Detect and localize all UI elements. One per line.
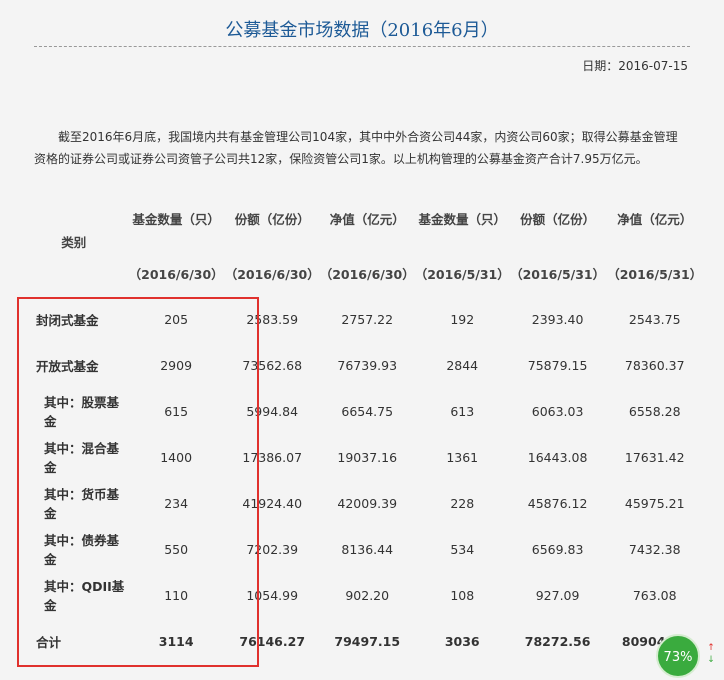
cell: 8136.44 xyxy=(341,541,394,557)
cell: 6569.83 xyxy=(531,541,584,557)
header-date: （2016/6/30） xyxy=(128,266,224,282)
cell: 78360.37 xyxy=(624,357,685,373)
highlight-box xyxy=(17,297,259,667)
header-date: （2016/5/31） xyxy=(607,266,703,282)
cell: 45975.21 xyxy=(624,495,685,511)
cell: 1361 xyxy=(446,449,479,465)
header-nav-prev: 净值（亿元） xyxy=(617,212,693,227)
cell: 3036 xyxy=(444,633,480,649)
title-divider xyxy=(34,46,690,47)
cell: 613 xyxy=(450,403,475,419)
cell: 6063.03 xyxy=(531,403,584,419)
speed-badge[interactable]: 73% xyxy=(656,634,700,678)
cell: 2393.40 xyxy=(531,311,584,327)
cell: 17631.42 xyxy=(624,449,685,465)
header-fund-count: 基金数量（只） xyxy=(132,212,220,227)
header-fund-count-prev: 基金数量（只） xyxy=(418,212,506,227)
header-shares-prev: 份额（亿份） xyxy=(520,212,596,227)
cell: 192 xyxy=(450,311,475,327)
cell: 6558.28 xyxy=(628,403,681,419)
cell: 2844 xyxy=(446,357,479,373)
header-date: （2016/6/30） xyxy=(319,266,415,282)
cell: 902.20 xyxy=(345,587,390,603)
cell: 45876.12 xyxy=(527,495,588,511)
traffic-arrows: ↑ ↓ xyxy=(705,642,717,666)
publish-date: 日期：2016-07-15 xyxy=(582,59,688,73)
cell: 76739.93 xyxy=(337,357,398,373)
cell: 2543.75 xyxy=(628,311,681,327)
header-date: （2016/5/31） xyxy=(414,266,510,282)
summary-paragraph: 截至2016年6月底，我国境内共有基金管理公司104家，其中中外合资公司44家，… xyxy=(34,130,678,166)
cell: 78272.56 xyxy=(524,633,591,649)
cell: 42009.39 xyxy=(337,495,398,511)
table-header-row: 类别 基金数量（只） 份额（亿份） 净值（亿元） 基金数量（只） 份额（亿份） … xyxy=(20,190,704,250)
header-date: （2016/6/30） xyxy=(224,266,320,282)
header-shares: 份额（亿份） xyxy=(234,212,310,227)
page-title: 公募基金市场数据（2016年6月） xyxy=(225,20,499,41)
header-category: 类别 xyxy=(61,235,87,250)
cell: 75879.15 xyxy=(527,357,588,373)
header-nav: 净值（亿元） xyxy=(329,212,405,227)
cell: 7432.38 xyxy=(628,541,681,557)
cell: 19037.16 xyxy=(337,449,398,465)
cell: 228 xyxy=(450,495,475,511)
header-date: （2016/5/31） xyxy=(510,266,606,282)
cell: 763.08 xyxy=(632,587,677,603)
cell: 79497.15 xyxy=(334,633,401,649)
upload-arrow-icon: ↑ xyxy=(707,643,715,653)
cell: 2757.22 xyxy=(341,311,394,327)
cell: 108 xyxy=(450,587,475,603)
cell: 927.09 xyxy=(535,587,580,603)
cell: 534 xyxy=(450,541,475,557)
download-arrow-icon: ↓ xyxy=(707,655,715,665)
cell: 6654.75 xyxy=(341,403,394,419)
cell: 16443.08 xyxy=(527,449,588,465)
